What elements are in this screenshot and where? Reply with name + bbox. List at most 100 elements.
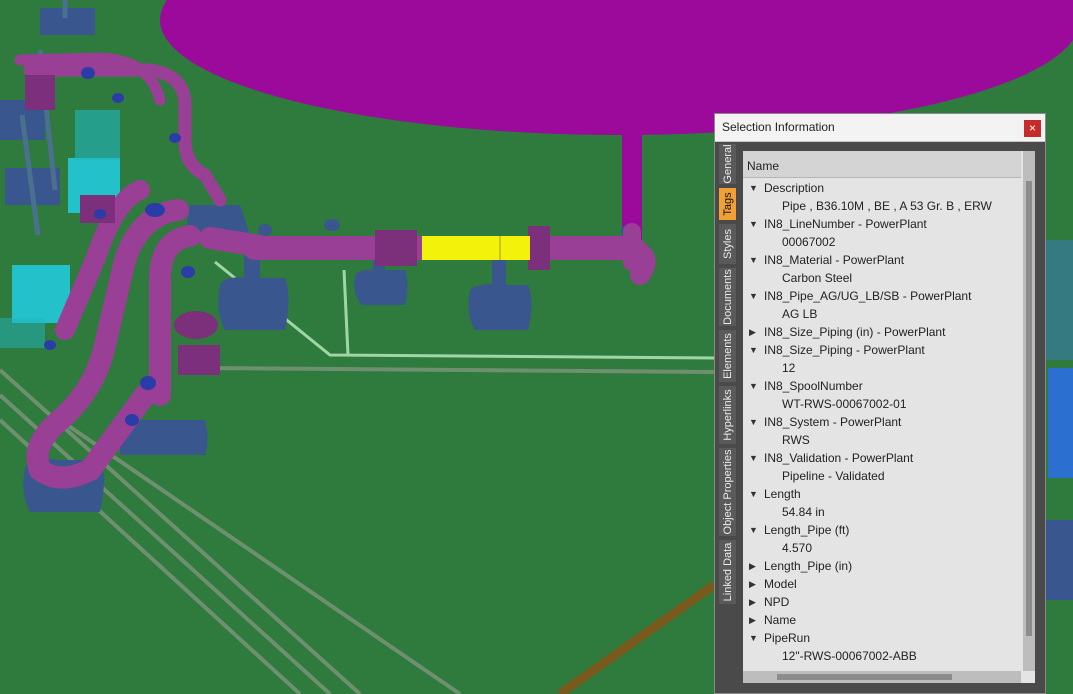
property-value: 12: [782, 361, 796, 375]
property-value: Carbon Steel: [782, 271, 853, 285]
tab-hyperlinks[interactable]: Hyperlinks: [719, 386, 736, 444]
collapse-arrow-icon[interactable]: ▼: [749, 341, 758, 359]
property-value-row: Carbon Steel: [743, 269, 1021, 287]
collapse-arrow-icon[interactable]: ▼: [749, 287, 758, 305]
property-value-row: RWS: [743, 431, 1021, 449]
property-label: NPD: [764, 595, 790, 609]
property-value: 12"-RWS-00067002-ABB: [782, 649, 917, 663]
collapse-arrow-icon[interactable]: ▼: [749, 521, 758, 539]
property-row[interactable]: ▼ Description: [743, 179, 1021, 197]
property-row[interactable]: ▼ IN8_Material - PowerPlant: [743, 251, 1021, 269]
property-row[interactable]: ▶ Model: [743, 575, 1021, 593]
tab-label: Linked Data: [721, 542, 734, 602]
vertical-tab-strip: General Tags Styles Documents Elements H…: [717, 144, 737, 604]
property-label: Length: [764, 487, 801, 501]
property-label: IN8_Validation - PowerPlant: [764, 451, 914, 465]
property-value: 00067002: [782, 235, 836, 249]
property-row[interactable]: ▼ IN8_LineNumber - PowerPlant: [743, 215, 1021, 233]
expand-arrow-icon[interactable]: ▶: [749, 575, 756, 593]
property-value: RWS: [782, 433, 810, 447]
tab-label: Tags: [721, 192, 734, 216]
collapse-arrow-icon[interactable]: ▼: [749, 251, 758, 269]
column-header-label: Name: [747, 159, 780, 173]
property-row[interactable]: ▶ IN8_Size_Piping (in) - PowerPlant: [743, 323, 1021, 341]
horizontal-scrollbar[interactable]: [743, 671, 1021, 683]
tab-styles[interactable]: Styles: [719, 224, 736, 264]
right-equipment: [1044, 240, 1073, 360]
tab-elements[interactable]: Elements: [719, 330, 736, 382]
property-value-row: Pipe , B36.10M , BE , A 53 Gr. B , ERW: [743, 197, 1021, 215]
property-label: IN8_Size_Piping - PowerPlant: [764, 343, 925, 357]
expand-arrow-icon[interactable]: ▶: [749, 323, 756, 341]
column-header[interactable]: Name: [743, 151, 1021, 178]
tab-documents[interactable]: Documents: [719, 268, 736, 326]
property-value-row: 54.84 in: [743, 503, 1021, 521]
right-support: [1044, 520, 1073, 600]
property-label: Model: [764, 577, 797, 591]
panel-title: Selection Information: [722, 120, 835, 134]
horizontal-scrollbar-thumb[interactable]: [777, 674, 952, 680]
property-value-row: 4.570: [743, 539, 1021, 557]
property-label: IN8_SpoolNumber: [764, 379, 863, 393]
collapse-arrow-icon[interactable]: ▼: [749, 413, 758, 431]
expand-arrow-icon[interactable]: ▶: [749, 611, 756, 629]
collapse-arrow-icon[interactable]: ▼: [749, 215, 758, 233]
tab-tags[interactable]: Tags: [719, 188, 736, 220]
tab-object-properties[interactable]: Object Properties: [719, 448, 736, 536]
property-value: 4.570: [782, 541, 813, 555]
property-value-row: 12"-RWS-00067002-ABB: [743, 647, 1021, 665]
tab-label: Documents: [721, 269, 734, 325]
property-row[interactable]: ▼ PipeRun: [743, 629, 1021, 647]
collapse-arrow-icon[interactable]: ▼: [749, 485, 758, 503]
tab-label: Object Properties: [721, 449, 734, 535]
property-row[interactable]: ▼ IN8_Pipe_AG/UG_LB/SB - PowerPlant: [743, 287, 1021, 305]
property-label: Description: [764, 181, 825, 195]
vertical-scrollbar[interactable]: [1023, 151, 1035, 671]
property-row[interactable]: ▶ Length_Pipe (in): [743, 557, 1021, 575]
property-label: Length_Pipe (in): [764, 559, 853, 573]
tab-general[interactable]: General: [719, 144, 736, 184]
property-label: PipeRun: [764, 631, 811, 645]
property-value-row: Pipeline - Validated: [743, 467, 1021, 485]
collapse-arrow-icon[interactable]: ▼: [749, 629, 758, 647]
property-label: Length_Pipe (ft): [764, 523, 850, 537]
property-label: IN8_LineNumber - PowerPlant: [764, 217, 927, 231]
property-row[interactable]: ▼ Length_Pipe (ft): [743, 521, 1021, 539]
vertical-scrollbar-thumb[interactable]: [1026, 181, 1032, 636]
property-value: 54.84 in: [782, 505, 825, 519]
property-label: IN8_Size_Piping (in) - PowerPlant: [764, 325, 946, 339]
tab-linked-data[interactable]: Linked Data: [719, 540, 736, 604]
expand-arrow-icon[interactable]: ▶: [749, 593, 756, 611]
property-row[interactable]: ▼ Length: [743, 485, 1021, 503]
selected-pipe-segment[interactable]: [422, 236, 530, 260]
expand-arrow-icon[interactable]: ▶: [749, 557, 756, 575]
tab-label: General: [721, 144, 734, 184]
property-row[interactable]: ▼ IN8_System - PowerPlant: [743, 413, 1021, 431]
tab-label: Styles: [721, 229, 734, 259]
property-label: IN8_System - PowerPlant: [764, 415, 902, 429]
property-value: WT-RWS-00067002-01: [782, 397, 907, 411]
property-value-row: AG LB: [743, 305, 1021, 323]
property-value: Pipe , B36.10M , BE , A 53 Gr. B , ERW: [782, 199, 992, 213]
collapse-arrow-icon[interactable]: ▼: [749, 377, 758, 395]
property-row[interactable]: ▶ NPD: [743, 593, 1021, 611]
close-button[interactable]: ×: [1024, 120, 1041, 137]
right-vessel: [1048, 368, 1073, 478]
property-row[interactable]: ▼ IN8_SpoolNumber: [743, 377, 1021, 395]
property-label: IN8_Pipe_AG/UG_LB/SB - PowerPlant: [764, 289, 972, 303]
property-label: IN8_Material - PowerPlant: [764, 253, 905, 267]
property-value-row: WT-RWS-00067002-01: [743, 395, 1021, 413]
tab-label: Hyperlinks: [721, 389, 734, 441]
property-value: AG LB: [782, 307, 818, 321]
property-row[interactable]: ▼ IN8_Validation - PowerPlant: [743, 449, 1021, 467]
tab-label: Elements: [721, 333, 734, 379]
panel-titlebar[interactable]: Selection Information ×: [715, 114, 1045, 142]
collapse-arrow-icon[interactable]: ▼: [749, 449, 758, 467]
selection-information-panel: Selection Information × General Tags Sty…: [714, 113, 1046, 694]
collapse-arrow-icon[interactable]: ▼: [749, 179, 758, 197]
property-label: Name: [764, 613, 797, 627]
property-row[interactable]: ▶ Name: [743, 611, 1021, 629]
property-row[interactable]: ▼ IN8_Size_Piping - PowerPlant: [743, 341, 1021, 359]
property-value: Pipeline - Validated: [782, 469, 885, 483]
property-grid: Name ▼ Description Pipe , B36.10M , BE , …: [743, 151, 1035, 683]
